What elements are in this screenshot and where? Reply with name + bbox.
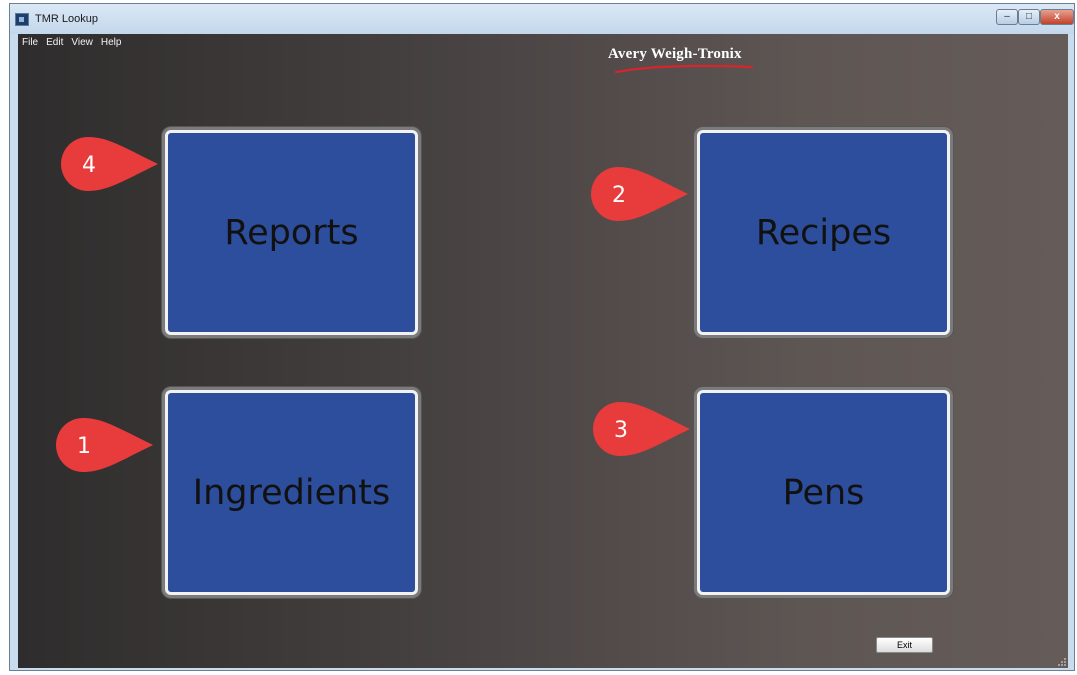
callout-marker-recipes: 2: [591, 167, 688, 221]
minimize-button[interactable]: –: [996, 9, 1018, 25]
resize-grip-icon[interactable]: [1057, 657, 1067, 667]
menu-bar: File Edit View Help: [22, 37, 121, 48]
callout-marker-ingredients: 1: [56, 418, 153, 472]
callout-number-reports: 4: [82, 153, 96, 178]
callout-marker-reports: 4: [61, 137, 158, 191]
pens-button[interactable]: Pens: [697, 390, 950, 595]
maximize-button[interactable]: □: [1018, 9, 1040, 25]
recipes-button[interactable]: Recipes: [697, 130, 950, 335]
callout-number-pens: 3: [614, 418, 628, 443]
ingredients-button[interactable]: Ingredients: [165, 390, 418, 595]
recipes-label: Recipes: [755, 212, 892, 253]
logo-swoosh-icon: [614, 64, 754, 74]
menu-edit[interactable]: Edit: [46, 37, 63, 48]
callout-number-ingredients: 1: [77, 434, 91, 459]
reports-label: Reports: [224, 212, 359, 253]
brand-logo: Avery Weigh-Tronix: [608, 45, 808, 75]
title-bar[interactable]: TMR Lookup – □ x: [10, 4, 1074, 34]
brand-logo-text: Avery Weigh-Tronix: [608, 46, 742, 62]
exit-button[interactable]: Exit: [876, 637, 933, 653]
callout-marker-pens: 3: [593, 402, 690, 456]
close-button[interactable]: x: [1040, 9, 1074, 25]
menu-help[interactable]: Help: [101, 37, 122, 48]
menu-file[interactable]: File: [22, 37, 38, 48]
main-panel: File Edit View Help Avery Weigh-Tronix R…: [18, 34, 1068, 668]
ingredients-label: Ingredients: [192, 472, 391, 513]
app-icon: [15, 13, 29, 26]
pens-label: Pens: [782, 472, 865, 513]
reports-button[interactable]: Reports: [165, 130, 418, 335]
menu-view[interactable]: View: [71, 37, 93, 48]
callout-number-recipes: 2: [612, 183, 626, 208]
app-window: TMR Lookup – □ x File Edit View Help Ave…: [9, 3, 1075, 671]
window-title: TMR Lookup: [35, 13, 98, 25]
